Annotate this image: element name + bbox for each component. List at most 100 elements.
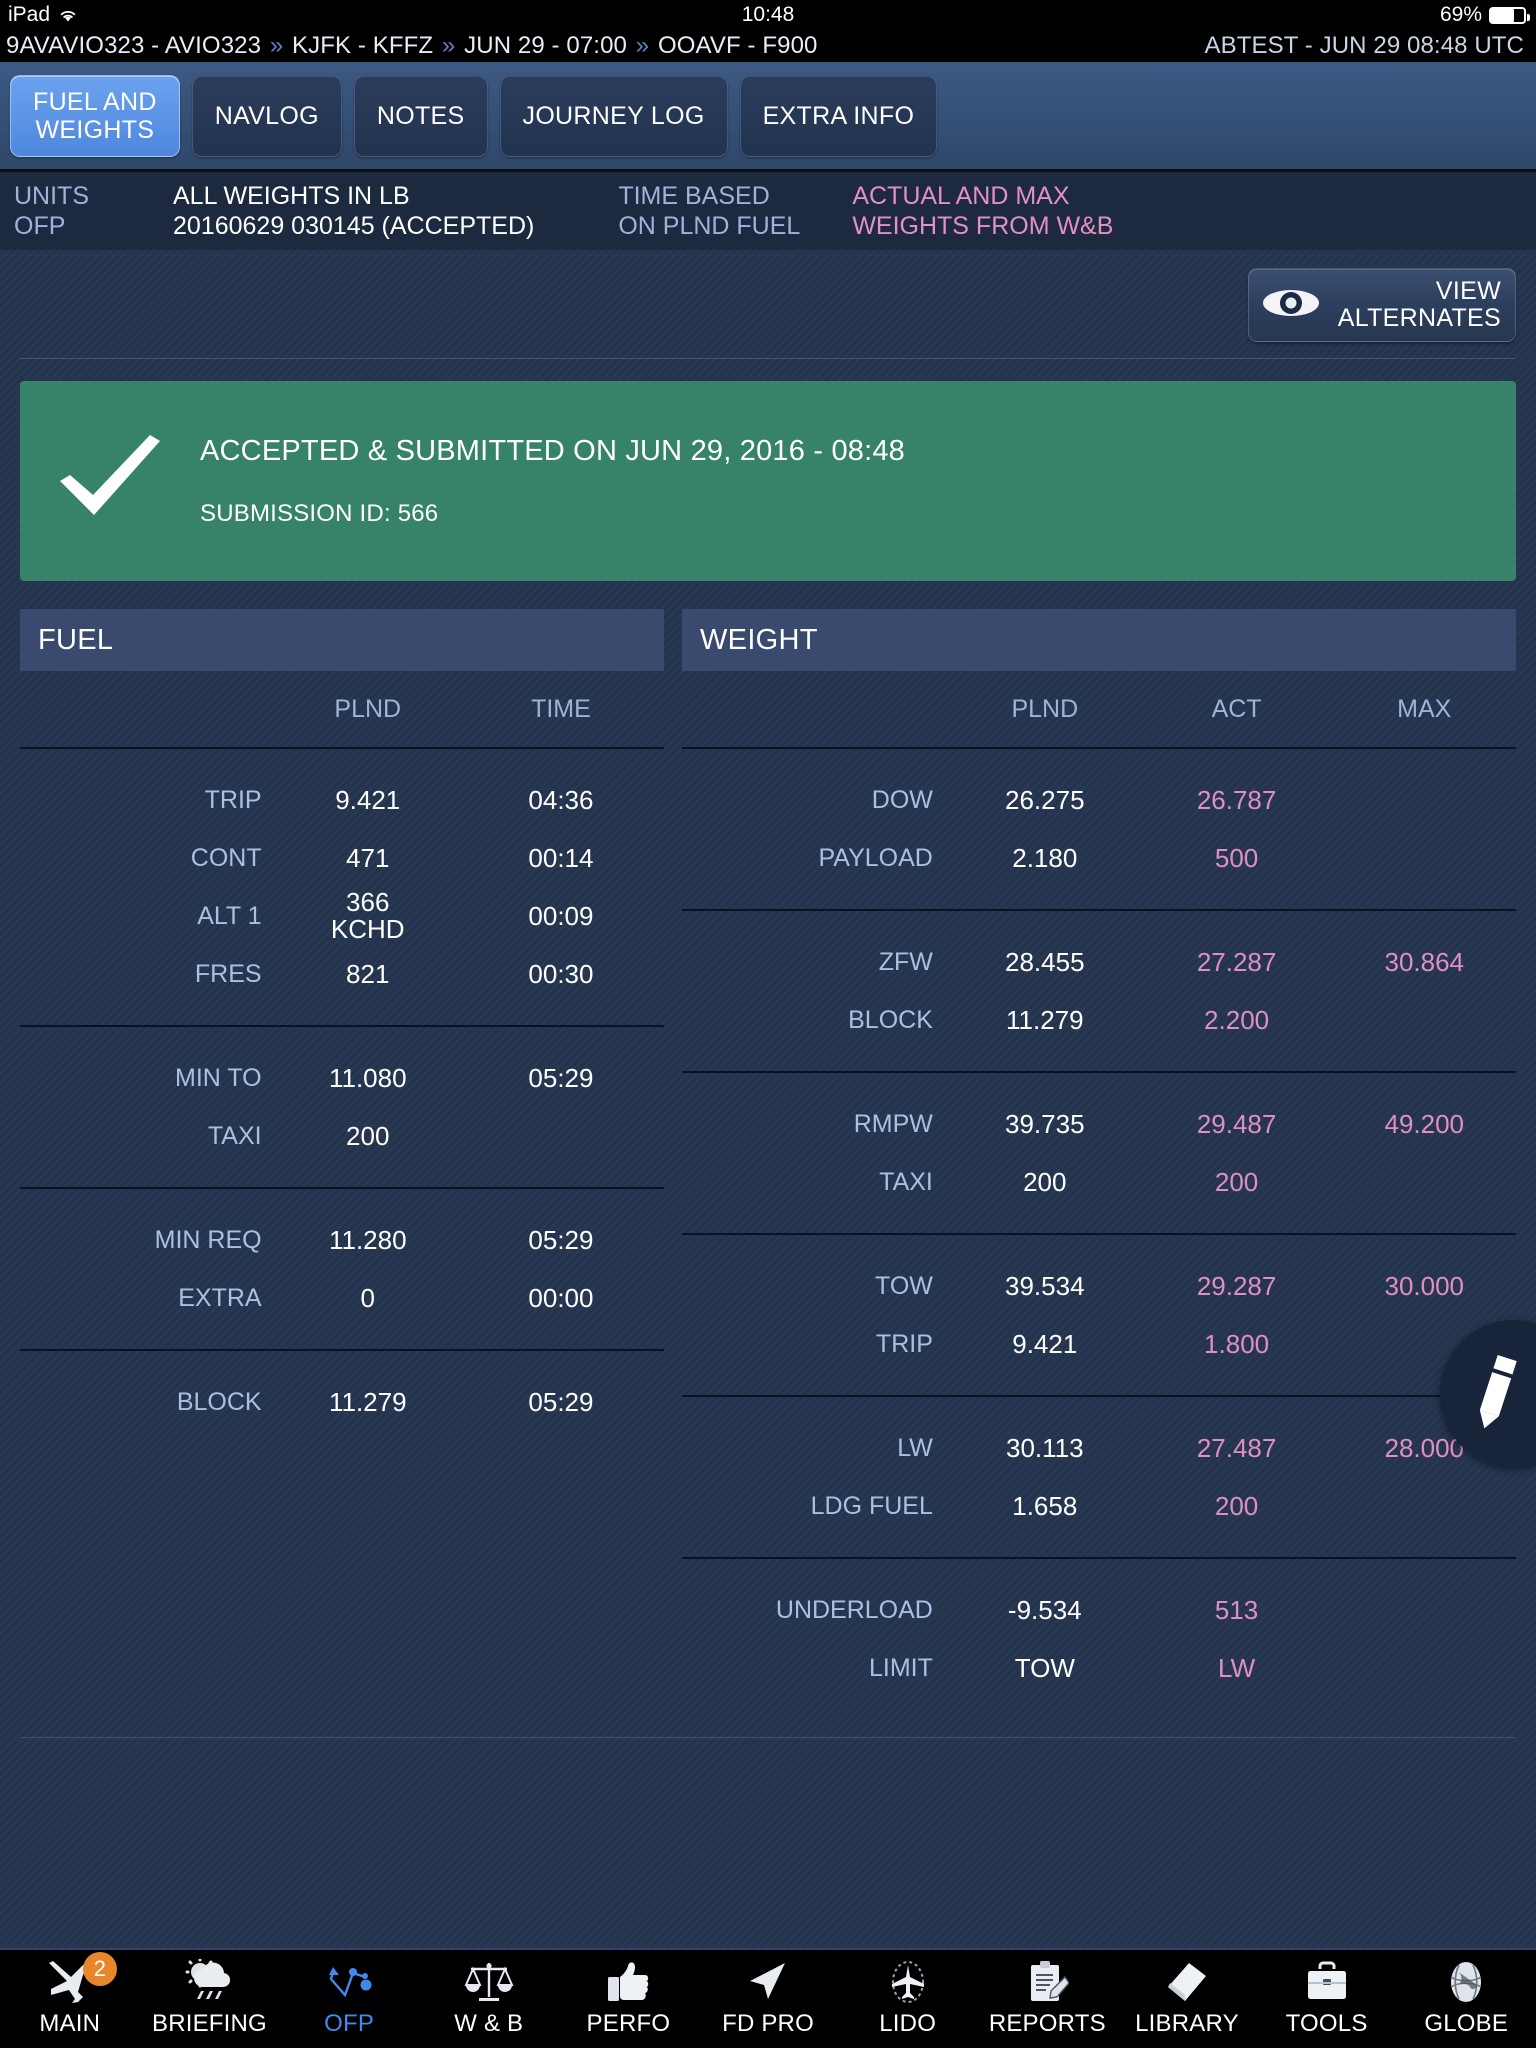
row-plnd: TOW [1014, 1652, 1075, 1683]
row-max: 49.200 [1384, 1108, 1465, 1139]
toolbar-item-ofp[interactable]: OFP [279, 1950, 419, 2048]
toolbar-label: MAIN [39, 2010, 101, 2037]
eye-icon [1261, 286, 1321, 325]
weight-col-max: MAX [1397, 694, 1452, 723]
table-row: ZFW 28.455 27.287 30.864 [682, 933, 1516, 991]
row-plnd: 11.279 [1005, 1004, 1084, 1035]
data-panels: FUEL PLND TIME TRIP 9.421 04:36 CONT 471… [20, 609, 1516, 1697]
row-plnd: 9.421 [1012, 1328, 1078, 1359]
row-max [1333, 829, 1517, 887]
divider [20, 358, 1516, 359]
tab-notes[interactable]: NOTES [353, 74, 488, 157]
tab-label: JOURNEY LOG [522, 101, 705, 130]
row-plnd: 11.080 [328, 1062, 407, 1093]
fuel-panel-title: FUEL [38, 623, 114, 656]
row-act: 27.287 [1196, 946, 1277, 977]
toolbar-item-library[interactable]: LIBRARY [1117, 1950, 1257, 2048]
spacer-row [682, 1235, 1516, 1257]
toolbar-label: REPORTS [988, 2010, 1106, 2037]
checkmark-icon [20, 433, 200, 529]
tab-label: NAVLOG [214, 101, 319, 130]
table-row: MIN REQ 11.280 05:29 [20, 1211, 664, 1269]
spacer-row [20, 1351, 664, 1373]
spacer-row [682, 1559, 1516, 1581]
battery-percent-label: 69% [1439, 3, 1482, 26]
spacer-row [20, 1165, 664, 1187]
table-row: BLOCK 11.279 05:29 [20, 1373, 664, 1431]
user-session-label: ABTEST - JUN 29 08:48 UTC [1204, 32, 1524, 59]
view-alternates-line1: VIEW [1435, 276, 1501, 305]
view-alternates-label: VIEW ALTERNATES [1321, 276, 1501, 333]
row-label: RMPW [853, 1109, 933, 1138]
spacer-row [20, 749, 664, 771]
tab-fuel-and-weights[interactable]: FUEL AND WEIGHTS [10, 74, 180, 157]
row-plnd: 200 [346, 1120, 390, 1151]
breadcrumb-separator-icon: » [635, 32, 650, 59]
globe-icon [1443, 1956, 1489, 2008]
flight-route-breadcrumb[interactable]: 9AVAVIO323 - AVIO323 » KJFK - KFFZ » JUN… [6, 32, 817, 60]
toolbar-item-main[interactable]: 2 MAIN [0, 1950, 140, 2048]
weight-col-plnd: PLND [1011, 694, 1079, 723]
view-alternates-button[interactable]: VIEW ALTERNATES [1248, 268, 1516, 342]
divider [20, 1737, 1516, 1738]
toolbar-item-globe[interactable]: GLOBE [1396, 1950, 1536, 2048]
row-plnd: 39.534 [1005, 1270, 1085, 1301]
spacer-row [682, 887, 1516, 909]
table-row: TRIP 9.421 1.800 [682, 1315, 1516, 1373]
table-row: CONT 471 00:14 [20, 829, 664, 887]
toolbar-item-fd-pro[interactable]: FD PRO [698, 1950, 838, 2048]
view-alternates-line2: ALTERNATES [1337, 304, 1501, 332]
spacer-row [682, 1535, 1516, 1557]
row-plnd: 28.455 [1005, 946, 1085, 977]
info-units-labels: UNITS OFP [14, 181, 89, 242]
row-max [1333, 771, 1517, 829]
submission-status-banner: ACCEPTED & SUBMITTED ON JUN 29, 2016 - 0… [20, 381, 1516, 581]
table-row: BLOCK 11.279 2.200 [682, 991, 1516, 1049]
breadcrumb-separator-icon: » [441, 32, 456, 59]
toolbar-label: GLOBE [1424, 2010, 1509, 2037]
table-row: DOW 26.275 26.787 [682, 771, 1516, 829]
toolbar-label: W & B [454, 2010, 524, 2037]
ofp-info-strip: UNITS OFP ALL WEIGHTS IN LB 20160629 030… [0, 172, 1536, 250]
ofp-tab-strip: FUEL AND WEIGHTS NAVLOG NOTES JOURNEY LO… [0, 62, 1536, 172]
tab-journey-log[interactable]: JOURNEY LOG [499, 74, 728, 157]
spacer-row [682, 749, 1516, 771]
tab-navlog[interactable]: NAVLOG [191, 74, 342, 157]
row-act: 26.787 [1196, 784, 1277, 815]
table-row: ALT 1 366 KCHD 00:09 [20, 887, 664, 945]
table-row: MIN TO 11.080 05:29 [20, 1049, 664, 1107]
toolbar-item-wb[interactable]: W & B [419, 1950, 559, 2048]
table-row: LW 30.113 27.487 28.000 [682, 1419, 1516, 1477]
main-badge: 2 [82, 1952, 117, 1986]
row-max: 30.864 [1384, 946, 1465, 977]
units-label: UNITS [14, 181, 89, 210]
row-time: 00:09 [528, 900, 594, 931]
tab-extra-info[interactable]: EXTRA INFO [739, 74, 938, 157]
spacer-row [20, 1003, 664, 1025]
ofp-label: OFP [14, 212, 66, 240]
row-time: 00:14 [528, 842, 594, 873]
row-plnd: 1.658 [1012, 1490, 1078, 1521]
toolbar-label: LIDO [879, 2010, 937, 2037]
table-row: TOW 39.534 29.287 30.000 [682, 1257, 1516, 1315]
toolbar-item-tools[interactable]: TOOLS [1257, 1950, 1397, 2048]
row-max [1333, 1477, 1517, 1535]
clipboard-icon [1025, 1956, 1070, 2008]
row-act: 29.487 [1196, 1108, 1277, 1139]
ios-status-bar: iPad 10:48 69% [0, 0, 1536, 30]
fuel-panel: FUEL PLND TIME TRIP 9.421 04:36 CONT 471… [20, 609, 664, 1697]
row-act: 1.800 [1204, 1328, 1270, 1359]
table-row: FRES 821 00:30 [20, 945, 664, 1003]
row-label: TOW [875, 1271, 933, 1300]
toolbar-item-perfo[interactable]: PERFO [559, 1950, 699, 2048]
spacer-row [20, 1327, 664, 1349]
info-units-values: ALL WEIGHTS IN LB 20160629 030145 (ACCEP… [173, 181, 534, 242]
time-based-line2: ON PLND FUEL [618, 212, 801, 240]
toolbar-item-reports[interactable]: REPORTS [977, 1950, 1117, 2048]
app-root: iPad 10:48 69% 9AVAVIO323 - AVIO323 » KJ… [0, 0, 1536, 2048]
toolbar-item-lido[interactable]: LIDO [838, 1950, 978, 2048]
banner-title: ACCEPTED & SUBMITTED ON JUN 29, 2016 - 0… [200, 434, 906, 467]
toolbar-item-briefing[interactable]: BRIEFING [140, 1950, 280, 2048]
banner-submission-id: SUBMISSION ID: 566 [200, 499, 439, 527]
bottom-toolbar: 2 MAIN BRIEFING OFP W & B PERFO FD PRO L… [0, 1948, 1536, 2048]
